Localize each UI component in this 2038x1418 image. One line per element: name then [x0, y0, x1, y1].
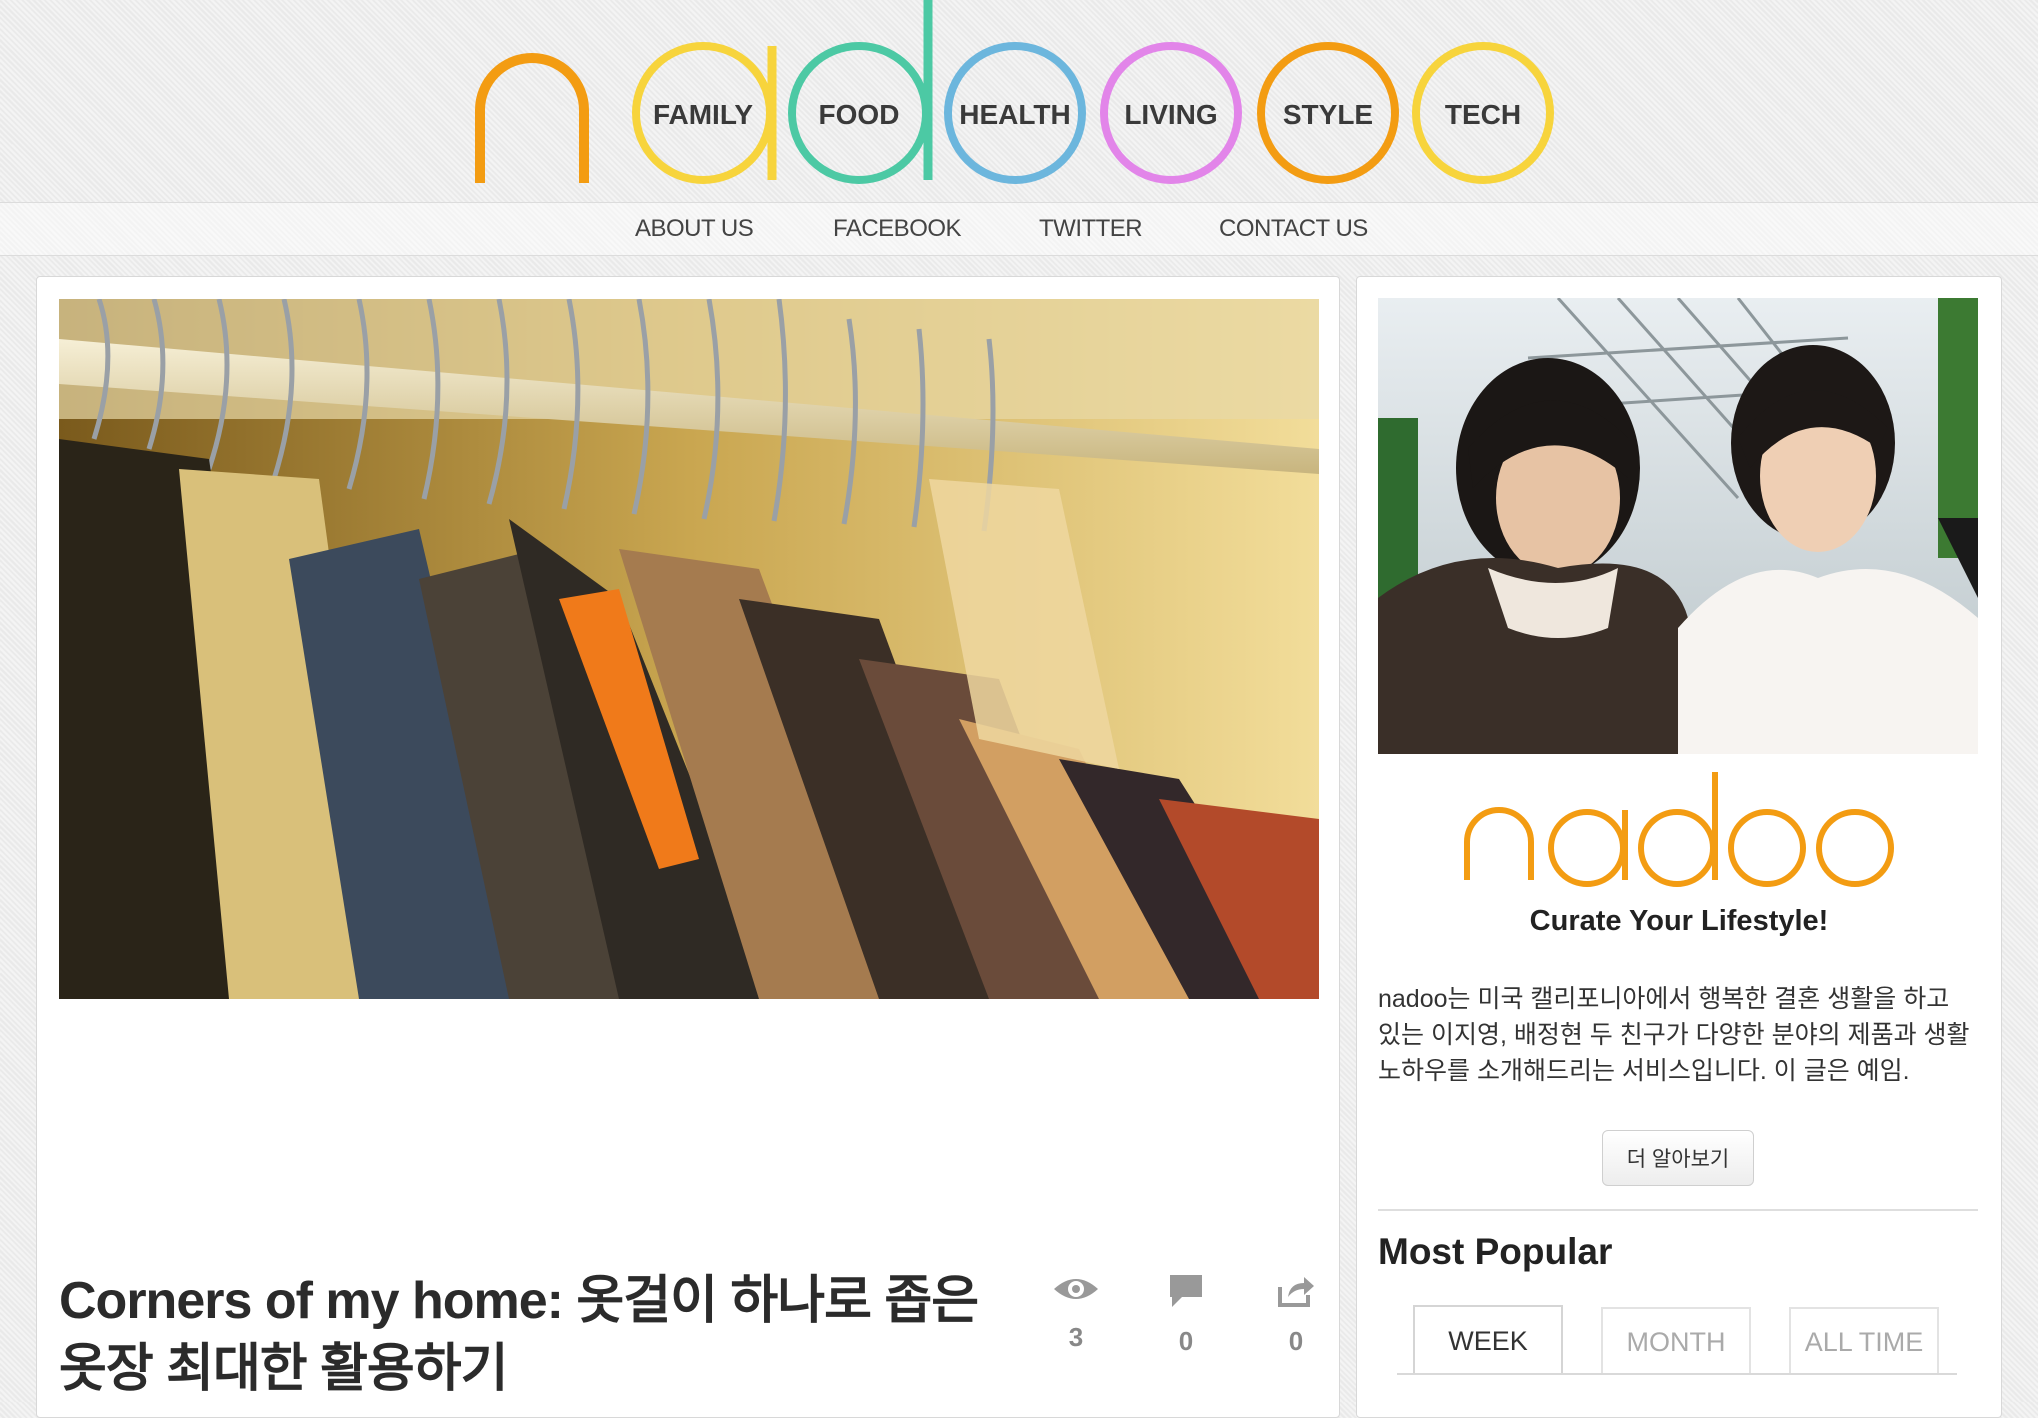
nav-facebook[interactable]: FACEBOOK	[833, 215, 962, 243]
sidebar-description: nadoo는 미국 캘리포니아에서 행복한 결혼 생활을 하고 있는 이지영, …	[1378, 985, 1970, 1085]
share-icon	[1278, 1277, 1314, 1307]
learn-more-button[interactable]: 더 알아보기	[1602, 1130, 1754, 1186]
comments-stat[interactable]: 0	[1151, 1273, 1221, 1357]
top-nav: ABOUT US FACEBOOK TWITTER CONTACT US	[0, 202, 2038, 256]
category-tech[interactable]: TECH	[1408, 40, 1558, 190]
nav-contact-us[interactable]: CONTACT US	[1219, 215, 1368, 243]
tab-month[interactable]: MONTH	[1601, 1307, 1751, 1375]
category-living[interactable]: LIVING	[1096, 40, 1246, 190]
post-title[interactable]: Corners of my home: 옷걸이 하나로 좁은 옷장 최대한 활용…	[59, 1267, 979, 1403]
shares-stat[interactable]: 0	[1261, 1273, 1331, 1357]
tab-all-time[interactable]: ALL TIME	[1789, 1307, 1939, 1375]
tabs-underline	[1397, 1373, 1957, 1375]
site-header: FAMILY FOOD HEALTH LIVING STYLE TECH	[0, 0, 2038, 200]
featured-post-card: Corners of my home: 옷걸이 하나로 좁은 옷장 최대한 활용…	[36, 276, 1340, 1418]
eye-icon	[1054, 1279, 1098, 1299]
category-family[interactable]: FAMILY	[628, 40, 778, 190]
category-food[interactable]: FOOD	[784, 40, 934, 190]
comment-icon	[1170, 1275, 1202, 1307]
nav-about-us[interactable]: ABOUT US	[635, 215, 754, 243]
two-friends-image	[1378, 298, 1978, 754]
category-health[interactable]: HEALTH	[940, 40, 1090, 190]
category-style[interactable]: STYLE	[1253, 40, 1403, 190]
tab-week[interactable]: WEEK	[1413, 1305, 1563, 1375]
post-hero-image[interactable]	[59, 299, 1319, 999]
sidebar-divider	[1378, 1209, 1978, 1211]
founders-photo	[1378, 298, 1978, 754]
sidebar-nadoo-logo	[1464, 772, 1894, 887]
views-count: 3	[1068, 1322, 1084, 1352]
sidebar-tagline: Curate Your Lifestyle!	[1529, 905, 1829, 937]
closet-hangers-photo	[59, 299, 1319, 999]
most-popular-heading: Most Popular	[1378, 1231, 1613, 1272]
comments-count: 0	[1178, 1326, 1194, 1356]
nav-twitter[interactable]: TWITTER	[1039, 215, 1143, 243]
views-stat: 3	[1041, 1273, 1111, 1353]
sidebar-card: Curate Your Lifestyle! nadoo는 미국 캘리포니아에서…	[1356, 276, 2002, 1418]
shares-count: 0	[1288, 1326, 1304, 1356]
